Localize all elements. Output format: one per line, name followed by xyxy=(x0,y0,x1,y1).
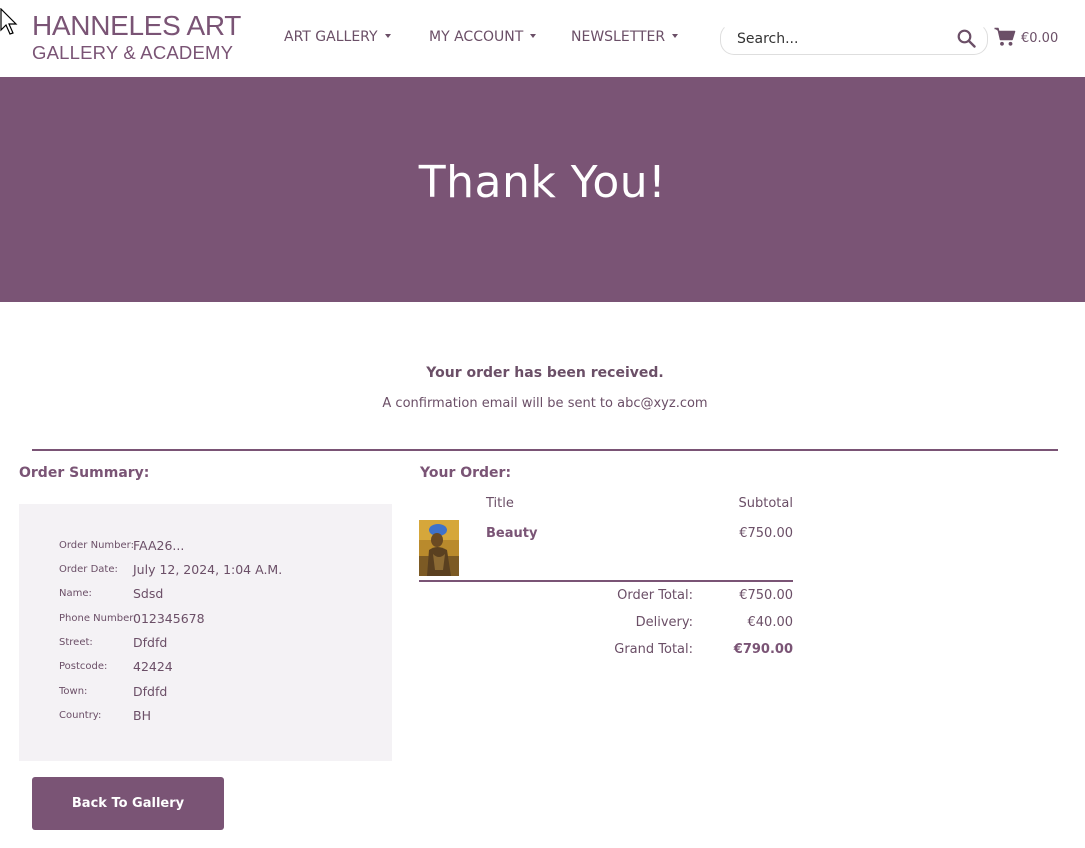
summary-value: 42424 xyxy=(133,659,173,674)
navbar: HANNELES ART GALLERY & ACADEMY ART GALLE… xyxy=(0,0,1085,77)
delivery-value: €40.00 xyxy=(747,615,794,630)
order-item-title[interactable]: Beauty xyxy=(486,526,537,541)
column-header-subtotal: Subtotal xyxy=(738,496,793,511)
summary-key: Phone Number: xyxy=(59,613,137,624)
summary-key: Order Number: xyxy=(59,540,134,551)
caret-down-icon xyxy=(672,34,679,38)
back-to-gallery-button[interactable]: Back To Gallery xyxy=(32,777,224,830)
order-total-value: €750.00 xyxy=(739,588,793,603)
caret-down-icon xyxy=(530,34,537,38)
nav-art-gallery-label: ART GALLERY xyxy=(284,29,378,45)
cart-icon[interactable] xyxy=(994,27,1016,47)
search-icon[interactable] xyxy=(957,29,976,48)
nav-my-account-label: MY ACCOUNT xyxy=(429,29,524,45)
hero-banner: Thank You! xyxy=(0,77,1085,302)
delivery-label: Delivery: xyxy=(635,615,693,630)
summary-value: BH xyxy=(133,708,151,723)
order-received-message: Your order has been received. xyxy=(426,365,664,381)
order-divider xyxy=(419,580,793,582)
order-total-label: Order Total: xyxy=(617,588,693,603)
summary-value: 012345678 xyxy=(133,611,205,626)
summary-value: Sdsd xyxy=(133,586,164,601)
nav-newsletter[interactable]: NEWSLETTER xyxy=(571,29,679,45)
summary-value: Dfdfd xyxy=(133,635,168,650)
summary-value: July 12, 2024, 1:04 A.M. xyxy=(133,562,283,577)
grand-total-label: Grand Total: xyxy=(614,642,693,657)
search-box xyxy=(720,23,988,55)
artwork-thumbnail[interactable] xyxy=(419,520,459,576)
summary-key: Name: xyxy=(59,588,92,599)
order-item-subtotal: €750.00 xyxy=(739,526,793,541)
brand-subtitle[interactable]: GALLERY & ACADEMY xyxy=(32,42,233,64)
column-header-title: Title xyxy=(486,496,514,511)
mouse-cursor-icon xyxy=(0,8,18,35)
summary-key: Town: xyxy=(59,686,88,697)
summary-value: Dfdfd xyxy=(133,684,168,699)
page-title: Thank You! xyxy=(418,157,667,208)
search-input[interactable] xyxy=(737,31,947,47)
summary-value: FAA26... xyxy=(133,538,185,553)
grand-total-value: €790.00 xyxy=(733,642,793,657)
nav-my-account[interactable]: MY ACCOUNT xyxy=(429,29,537,45)
order-summary-panel: Order Number: FAA26... Order Date: July … xyxy=(19,504,392,761)
summary-key: Street: xyxy=(59,637,93,648)
section-divider xyxy=(32,449,1058,451)
summary-key: Country: xyxy=(59,710,102,721)
summary-key: Order Date: xyxy=(59,564,118,575)
caret-down-icon xyxy=(384,34,391,38)
summary-key: Postcode: xyxy=(59,661,108,672)
confirmation-email-notice: A confirmation email will be sent to abc… xyxy=(382,396,708,411)
brand-title[interactable]: HANNELES ART xyxy=(32,10,241,42)
cart-total[interactable]: €0.00 xyxy=(1021,31,1058,46)
nav-art-gallery[interactable]: ART GALLERY xyxy=(284,29,391,45)
nav-newsletter-label: NEWSLETTER xyxy=(571,29,666,45)
order-summary-heading: Order Summary: xyxy=(19,465,150,481)
your-order-heading: Your Order: xyxy=(420,465,512,481)
